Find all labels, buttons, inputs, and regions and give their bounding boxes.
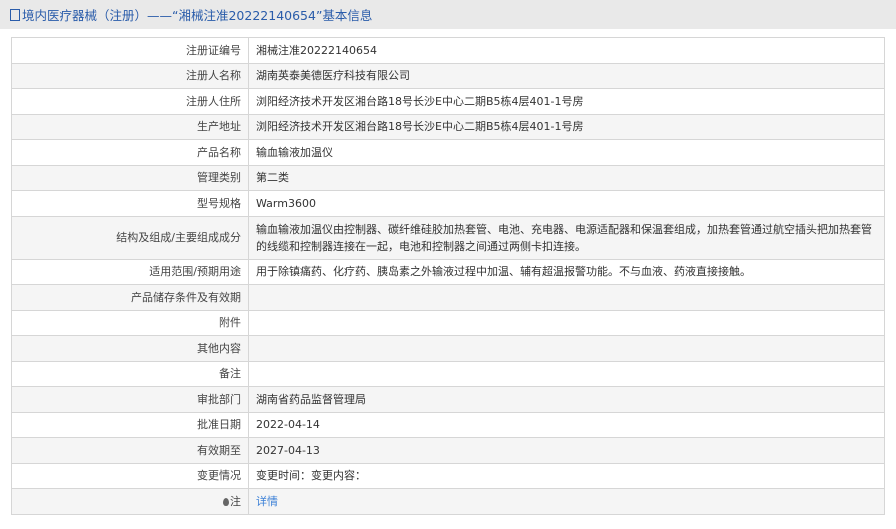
row-value-text: 湖南英泰美德医疗科技有限公司	[256, 69, 410, 83]
table-row: 管理类别 第二类	[11, 164, 885, 191]
row-value-text: 浏阳经济技术开发区湘台路18号长沙E中心二期B5栋4层401-1号房	[256, 120, 584, 134]
table-row: 注 详情	[11, 488, 885, 515]
row-label-text: 备注	[219, 367, 241, 381]
row-value: 2027-04-13	[248, 437, 885, 464]
table-row: 产品名称 输血输液加温仪	[11, 139, 885, 166]
row-value: 用于除镇痛药、化疗药、胰岛素之外输液过程中加温、辅有超温报警功能。不与血液、药液…	[248, 258, 885, 285]
row-value: 湘械注准20222140654	[248, 37, 885, 64]
row-label: 批准日期	[11, 411, 249, 438]
row-label-text: 产品名称	[197, 145, 241, 159]
row-label: 型号规格	[11, 190, 249, 217]
row-value: 湖南英泰美德医疗科技有限公司	[248, 62, 885, 89]
row-label: 备注	[11, 360, 249, 387]
table-row: 审批部门 湖南省药品监督管理局	[11, 386, 885, 413]
row-label: 结构及组成/主要组成成分	[11, 215, 249, 260]
row-label-text: 生产地址	[197, 120, 241, 134]
row-label-text: 附件	[219, 316, 241, 330]
table-row: 附件	[11, 309, 885, 336]
pin-icon	[223, 497, 229, 506]
row-label-text: 其他内容	[197, 341, 241, 355]
row-value: 详情	[248, 488, 885, 515]
row-label: 附件	[11, 309, 249, 336]
row-label-text: 注册人名称	[186, 69, 241, 83]
row-value-text: 用于除镇痛药、化疗药、胰岛素之外输液过程中加温、辅有超温报警功能。不与血液、药液…	[256, 265, 751, 279]
row-label-text: 管理类别	[197, 171, 241, 185]
info-table: 注册证编号 湘械注准20222140654 注册人名称 湖南英泰美德医疗科技有限公司注…	[11, 37, 885, 515]
row-value: 输血输液加温仪由控制器、碳纤维硅胶加热套管、电池、充电器、电源适配器和保温套组成…	[248, 215, 885, 260]
table-row: 批准日期 2022-04-14	[11, 411, 885, 438]
row-value: 湖南省药品监督管理局	[248, 386, 885, 413]
row-label-text: 适用范围/预期用途	[149, 265, 241, 279]
row-label: 有效期至	[11, 437, 249, 464]
row-label-text: 变更情况	[197, 469, 241, 483]
table-row: 变更情况 变更时间：变更内容：	[11, 462, 885, 489]
row-label-text: 审批部门	[197, 392, 241, 406]
row-value-text: Warm3600	[256, 196, 316, 210]
document-icon	[10, 8, 20, 21]
row-label: 审批部门	[11, 386, 249, 413]
row-value-text: 浏阳经济技术开发区湘台路18号长沙E中心二期B5栋4层401-1号房	[256, 94, 584, 108]
row-label: 注册证编号	[11, 37, 249, 64]
row-value: 浏阳经济技术开发区湘台路18号长沙E中心二期B5栋4层401-1号房	[248, 88, 885, 115]
table-row: 结构及组成/主要组成成分 输血输液加温仪由控制器、碳纤维硅胶加热套管、电池、充电器…	[11, 215, 885, 260]
table-row: 备注	[11, 360, 885, 387]
row-label-text: 结构及组成/主要组成成分	[116, 231, 241, 244]
table-row: 注册人名称 湖南英泰美德医疗科技有限公司	[11, 62, 885, 89]
table-row: 其他内容	[11, 335, 885, 362]
table-row: 生产地址 浏阳经济技术开发区湘台路18号长沙E中心二期B5栋4层401-1号房	[11, 113, 885, 140]
table-row: 注册人住所 浏阳经济技术开发区湘台路18号长沙E中心二期B5栋4层401-1号房	[11, 88, 885, 115]
row-label-text: 注册人住所	[186, 94, 241, 108]
row-label: 产品名称	[11, 139, 249, 166]
row-value	[248, 309, 885, 336]
row-value-text: 第二类	[256, 171, 289, 185]
page-header: 境内医疗器械（注册）——“湘械注准20222140654”基本信息	[0, 0, 896, 29]
row-value: 输血输液加温仪	[248, 139, 885, 166]
row-label-text: 批准日期	[197, 418, 241, 432]
row-value: 2022-04-14	[248, 411, 885, 438]
row-label: 适用范围/预期用途	[11, 258, 249, 285]
page-title: 境内医疗器械（注册）——“湘械注准20222140654”基本信息	[22, 8, 373, 23]
row-value	[248, 360, 885, 387]
row-label: 管理类别	[11, 164, 249, 191]
row-value: 浏阳经济技术开发区湘台路18号长沙E中心二期B5栋4层401-1号房	[248, 113, 885, 140]
row-label-text: 型号规格	[197, 196, 241, 210]
row-label-text: 注	[230, 494, 241, 508]
row-value-text: 变更时间：变更内容：	[256, 469, 366, 483]
row-value-text: 2022-04-14	[256, 418, 320, 432]
row-value-text: 2027-04-13	[256, 443, 320, 457]
row-label: 注册人名称	[11, 62, 249, 89]
table-row: 注册证编号 湘械注准20222140654	[11, 37, 885, 64]
row-value-text: 湖南省药品监督管理局	[256, 392, 366, 406]
row-value-text: 输血输液加温仪	[256, 145, 333, 159]
table-row: 型号规格 Warm3600	[11, 190, 885, 217]
row-label: 变更情况	[11, 462, 249, 489]
table-row: 产品储存条件及有效期	[11, 284, 885, 311]
row-label: 生产地址	[11, 113, 249, 140]
row-label-text: 产品储存条件及有效期	[131, 290, 241, 304]
row-value: 变更时间：变更内容：	[248, 462, 885, 489]
row-label: 其他内容	[11, 335, 249, 362]
row-label: 注	[11, 488, 249, 515]
table-row: 适用范围/预期用途 用于除镇痛药、化疗药、胰岛素之外输液过程中加温、辅有超温报警功…	[11, 258, 885, 285]
row-value-text: 湘械注准20222140654	[256, 43, 377, 57]
row-label: 注册人住所	[11, 88, 249, 115]
table-row: 有效期至 2027-04-13	[11, 437, 885, 464]
row-value: 第二类	[248, 164, 885, 191]
row-label: 产品储存条件及有效期	[11, 284, 249, 311]
row-value	[248, 335, 885, 362]
row-label-text: 注册证编号	[186, 43, 241, 57]
row-value	[248, 284, 885, 311]
row-value-text: 输血输液加温仪由控制器、碳纤维硅胶加热套管、电池、充电器、电源适配器和保温套组成…	[256, 222, 872, 253]
row-value: Warm3600	[248, 190, 885, 217]
details-link[interactable]: 详情	[256, 495, 278, 508]
row-label-text: 有效期至	[197, 443, 241, 457]
